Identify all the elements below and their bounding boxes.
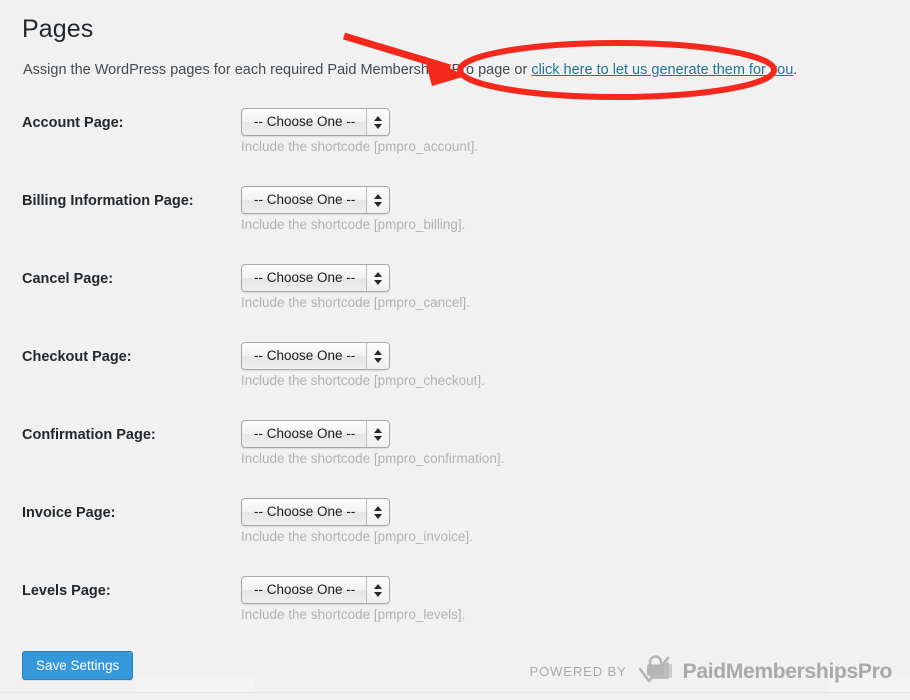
save-settings-button[interactable]: Save Settings xyxy=(22,651,134,680)
page-select-wrapper: -- Choose One -- xyxy=(241,186,391,214)
pages-form-row-label: Checkout Page: xyxy=(22,349,132,365)
chevron-up-icon xyxy=(374,193,383,199)
powered-by-label: POWERED BY xyxy=(529,664,627,679)
page-select-value: -- Choose One -- xyxy=(254,192,356,208)
page-select[interactable]: -- Choose One -- xyxy=(241,342,391,370)
paid-memberships-pro-logo-icon xyxy=(635,652,675,691)
page-select-value: -- Choose One -- xyxy=(254,348,356,364)
chevron-stepper-icon[interactable] xyxy=(366,265,390,291)
chevron-down-icon xyxy=(374,435,383,441)
chevron-down-icon xyxy=(374,357,383,363)
bottom-divider xyxy=(0,692,910,693)
pages-form: Account Page: -- Choose One -- Include t… xyxy=(0,108,910,654)
generate-pages-link[interactable]: click here to let us generate them for y… xyxy=(531,62,793,78)
chevron-stepper-icon[interactable] xyxy=(366,187,390,213)
shortcode-hint: Include the shortcode [pmpro_confirmatio… xyxy=(241,451,505,466)
page-select[interactable]: -- Choose One -- xyxy=(241,576,391,604)
shortcode-hint: Include the shortcode [pmpro_account]. xyxy=(241,139,479,154)
page-select[interactable]: -- Choose One -- xyxy=(241,498,391,526)
intro-text-before-link: Assign the WordPress pages for each requ… xyxy=(23,62,532,78)
chevron-stepper-icon[interactable] xyxy=(366,109,390,135)
page-select-wrapper: -- Choose One -- xyxy=(241,420,391,448)
page-select-wrapper: -- Choose One -- xyxy=(241,498,391,526)
pages-form-row-6: Invoice Page: -- Choose One -- Include t… xyxy=(0,498,910,576)
page-select[interactable]: -- Choose One -- xyxy=(241,264,391,292)
chevron-up-icon xyxy=(374,583,383,589)
chevron-stepper-icon[interactable] xyxy=(366,499,390,525)
page-select-value: -- Choose One -- xyxy=(254,270,356,286)
shortcode-hint: Include the shortcode [pmpro_invoice]. xyxy=(241,529,473,544)
intro-text-after-link: . xyxy=(793,62,798,78)
render-artifact-left xyxy=(136,678,254,692)
chevron-up-icon xyxy=(374,271,383,277)
page-select-wrapper: -- Choose One -- xyxy=(241,342,391,370)
chevron-down-icon xyxy=(374,513,383,519)
pages-form-row-label: Levels Page: xyxy=(22,583,111,599)
chevron-stepper-icon[interactable] xyxy=(366,577,390,603)
page-select-wrapper: -- Choose One -- xyxy=(241,108,391,136)
pages-form-row-label: Cancel Page: xyxy=(22,271,114,287)
shortcode-hint: Include the shortcode [pmpro_levels]. xyxy=(241,607,466,622)
pages-settings-screen: Pages Assign the WordPress pages for eac… xyxy=(0,0,910,700)
page-title: Pages xyxy=(22,15,94,43)
chevron-down-icon xyxy=(374,279,383,285)
chevron-up-icon xyxy=(374,505,383,511)
chevron-up-icon xyxy=(374,349,383,355)
page-select[interactable]: -- Choose One -- xyxy=(241,420,391,448)
page-select[interactable]: -- Choose One -- xyxy=(241,186,391,214)
powered-by-branding: POWERED BY PaidMembershipsPro xyxy=(530,652,892,691)
page-select-wrapper: -- Choose One -- xyxy=(241,576,391,604)
pages-form-row-label: Billing Information Page: xyxy=(22,193,194,209)
chevron-down-icon xyxy=(374,591,383,597)
page-select-wrapper: -- Choose One -- xyxy=(241,264,391,292)
save-settings-label: Save Settings xyxy=(36,658,120,673)
pages-form-row-label: Confirmation Page: xyxy=(22,427,156,443)
chevron-down-icon xyxy=(374,201,383,207)
shortcode-hint: Include the shortcode [pmpro_checkout]. xyxy=(241,373,485,388)
pages-form-row-label: Invoice Page: xyxy=(22,505,116,521)
pages-form-row-7: Levels Page: -- Choose One -- Include th… xyxy=(0,576,910,654)
page-select-value: -- Choose One -- xyxy=(254,114,356,130)
pages-form-row-1: Account Page: -- Choose One -- Include t… xyxy=(0,108,910,186)
pages-form-row-2: Billing Information Page: -- Choose One … xyxy=(0,186,910,264)
pages-form-row-5: Confirmation Page: -- Choose One -- Incl… xyxy=(0,420,910,498)
pages-form-row-4: Checkout Page: -- Choose One -- Include … xyxy=(0,342,910,420)
chevron-up-icon xyxy=(374,427,383,433)
pages-form-row-3: Cancel Page: -- Choose One -- Include th… xyxy=(0,264,910,342)
page-select-value: -- Choose One -- xyxy=(254,426,356,442)
chevron-stepper-icon[interactable] xyxy=(366,421,390,447)
chevron-down-icon xyxy=(374,123,383,129)
intro-text: Assign the WordPress pages for each requ… xyxy=(23,60,797,80)
chevron-up-icon xyxy=(374,115,383,121)
pages-form-row-label: Account Page: xyxy=(22,115,124,131)
shortcode-hint: Include the shortcode [pmpro_billing]. xyxy=(241,217,466,232)
chevron-stepper-icon[interactable] xyxy=(366,343,390,369)
page-select-value: -- Choose One -- xyxy=(254,582,356,598)
page-select[interactable]: -- Choose One -- xyxy=(241,108,391,136)
shortcode-hint: Include the shortcode [pmpro_cancel]. xyxy=(241,295,470,310)
page-select-value: -- Choose One -- xyxy=(254,504,356,520)
brand-name: PaidMembershipsPro xyxy=(682,659,893,683)
